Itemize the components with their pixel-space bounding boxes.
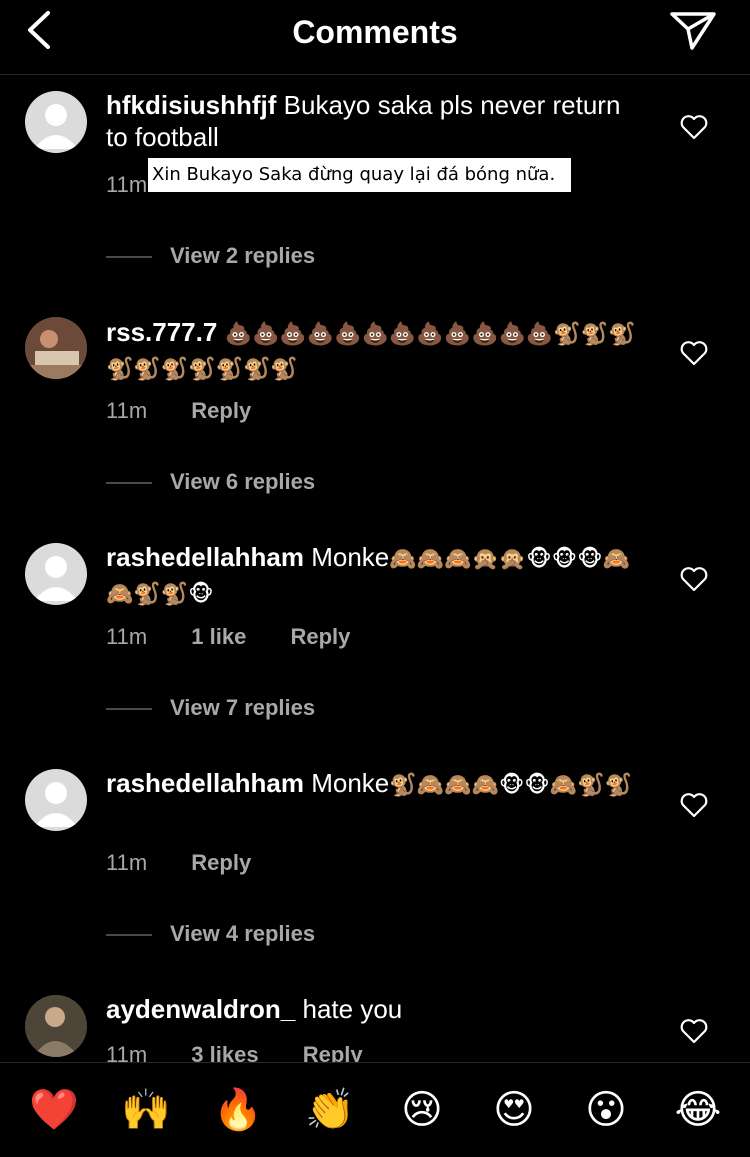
avatar[interactable] bbox=[25, 317, 87, 379]
replies-divider bbox=[106, 256, 152, 259]
crying-emoji-button[interactable]: 😢 bbox=[397, 1085, 447, 1135]
reply-button[interactable]: Reply bbox=[191, 850, 251, 875]
reply-button[interactable]: Reply bbox=[290, 624, 350, 649]
header: Comments bbox=[0, 0, 750, 75]
comment-text: rashedellahham Monke🙈🙈🙈🙊🙊🐵🐵🐵🙈🙈🐒🐒🐵 bbox=[106, 541, 636, 611]
comment-time: 11m bbox=[106, 850, 148, 875]
view-replies-button[interactable]: View 7 replies bbox=[106, 695, 315, 721]
comment-body: hate you bbox=[302, 994, 403, 1024]
comment-text: hfkdisiushhfjf Bukayo saka pls never ret… bbox=[106, 89, 636, 153]
view-replies-button[interactable]: View 4 replies bbox=[106, 921, 315, 947]
avatar[interactable] bbox=[25, 769, 87, 831]
comment-time: 11m bbox=[106, 624, 148, 649]
comment-body: Monke bbox=[311, 768, 390, 798]
comment-meta: 11m Reply bbox=[106, 850, 289, 876]
page-title: Comments bbox=[292, 14, 458, 50]
comment-body: Monke bbox=[311, 542, 390, 572]
clap-emoji-button[interactable]: 👏 bbox=[305, 1085, 355, 1135]
comment-username[interactable]: rss.777.7 bbox=[106, 317, 217, 347]
surprised-emoji-button[interactable]: 😮 bbox=[581, 1085, 631, 1135]
emoji-quick-bar: ❤️ 🙌 🔥 👏 😢 😍 😮 😂 bbox=[0, 1062, 750, 1157]
avatar[interactable] bbox=[25, 543, 87, 605]
heart-icon[interactable] bbox=[680, 1018, 708, 1044]
comment-emojis: 🐒🙈🙈🙈🐵🐵🙈🐒🐒 bbox=[389, 773, 632, 798]
comment-text: aydenwaldron_ hate you bbox=[106, 993, 636, 1025]
comment-username[interactable]: rashedellahham bbox=[106, 542, 304, 572]
replies-divider bbox=[106, 934, 152, 937]
avatar[interactable] bbox=[25, 995, 87, 1057]
heart-emoji-button[interactable]: ❤️ bbox=[29, 1085, 79, 1135]
heart-icon[interactable] bbox=[680, 114, 708, 140]
heart-icon[interactable] bbox=[680, 566, 708, 592]
heart-icon[interactable] bbox=[680, 340, 708, 366]
comment-text: rss.777.7 💩💩💩💩💩💩💩💩💩💩💩💩🐒🐒🐒🐒🐒🐒🐒🐒🐒🐒 bbox=[106, 316, 636, 386]
replies-divider bbox=[106, 482, 152, 485]
comment-time: 11m bbox=[106, 398, 148, 423]
comment-text: rashedellahham Monke🐒🙈🙈🙈🐵🐵🙈🐒🐒 bbox=[106, 767, 636, 802]
comment-meta: 11m 1 like Reply bbox=[106, 624, 388, 650]
comment-username[interactable]: rashedellahham bbox=[106, 768, 304, 798]
translation-overlay: Xin Bukayo Saka đừng quay lại đá bóng nữ… bbox=[148, 158, 571, 192]
heart-eyes-emoji-button[interactable]: 😍 bbox=[489, 1085, 539, 1135]
avatar[interactable] bbox=[25, 91, 87, 153]
replies-divider bbox=[106, 708, 152, 711]
laughing-emoji-button[interactable]: 😂 bbox=[673, 1085, 723, 1135]
heart-icon[interactable] bbox=[680, 792, 708, 818]
comment-time: 11m bbox=[106, 172, 148, 197]
comment-username[interactable]: aydenwaldron_ bbox=[106, 994, 295, 1024]
view-replies-button[interactable]: View 6 replies bbox=[106, 469, 315, 495]
comment-meta: 11m Reply bbox=[106, 398, 289, 424]
view-replies-button[interactable]: View 2 replies bbox=[106, 243, 315, 269]
reply-button[interactable]: Reply bbox=[191, 398, 251, 423]
likes-count[interactable]: 1 like bbox=[191, 624, 246, 649]
send-icon[interactable] bbox=[668, 8, 718, 52]
fire-emoji-button[interactable]: 🔥 bbox=[213, 1085, 263, 1135]
comment-username[interactable]: hfkdisiushhfjf bbox=[106, 90, 276, 120]
raised-hands-emoji-button[interactable]: 🙌 bbox=[121, 1085, 171, 1135]
